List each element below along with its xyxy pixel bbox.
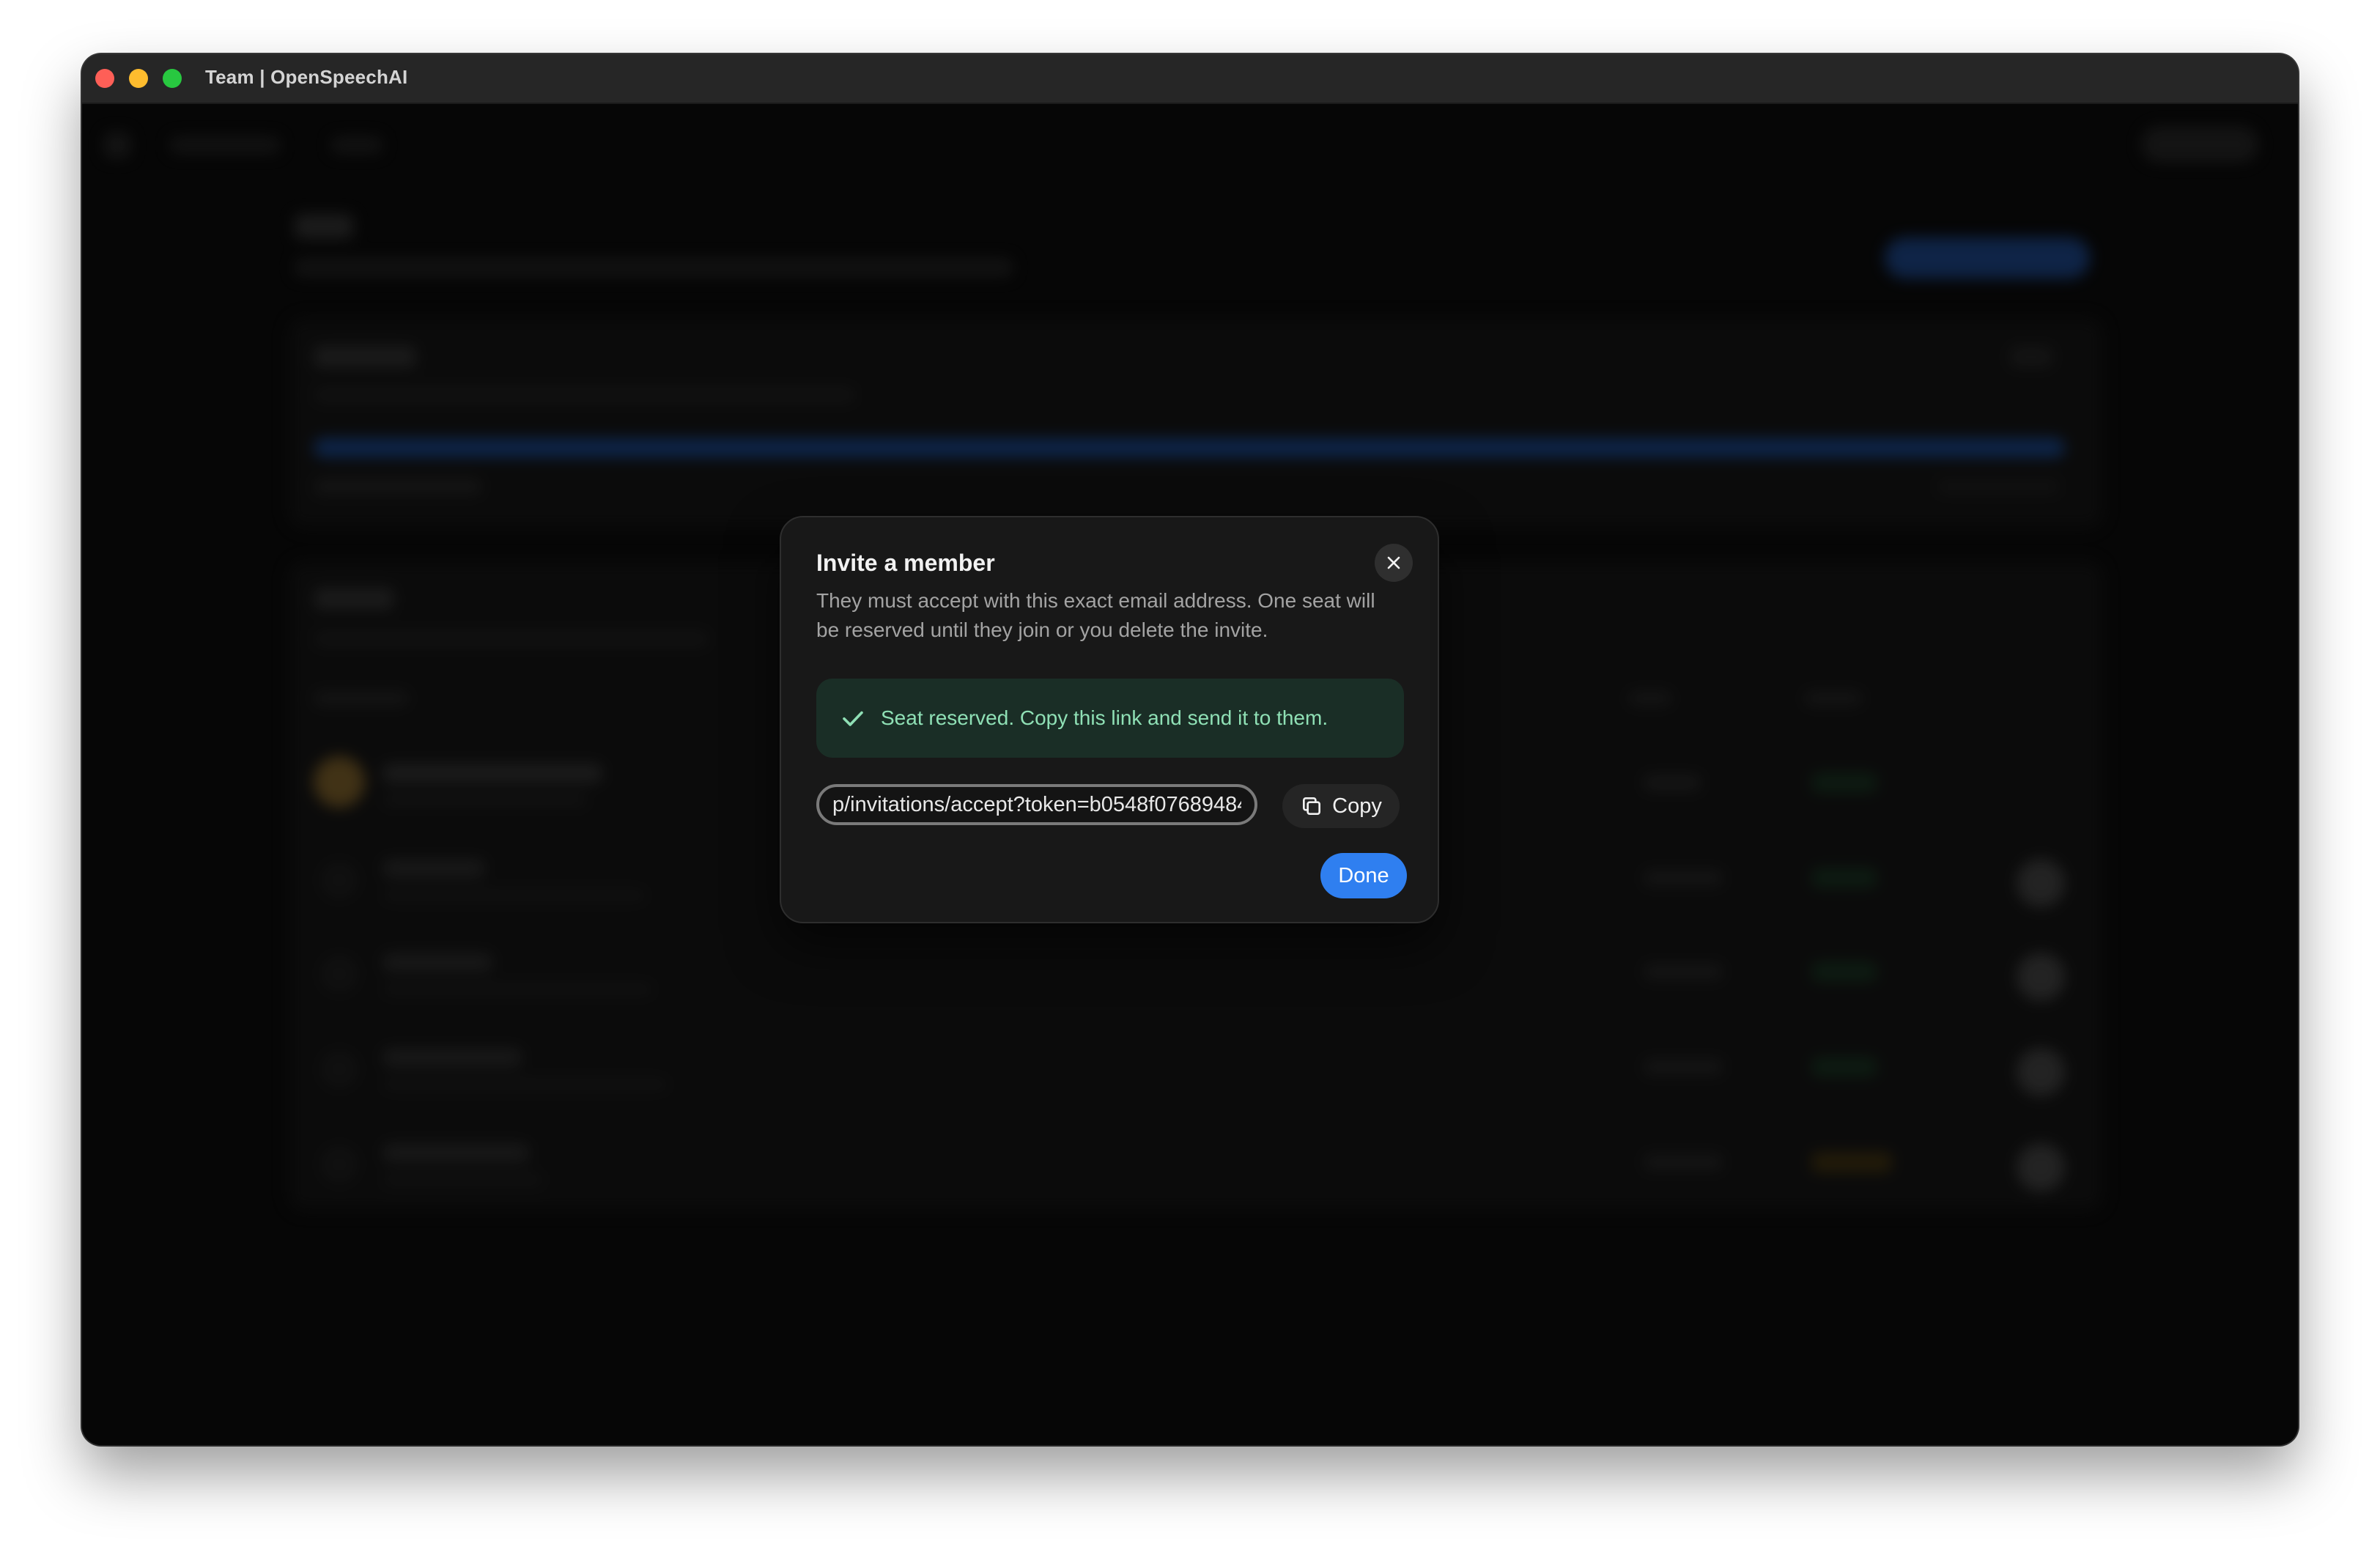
window-title: Team | OpenSpeechAI: [205, 66, 408, 88]
done-button[interactable]: Done: [1320, 853, 1407, 898]
close-button[interactable]: [1375, 544, 1413, 582]
copy-button[interactable]: Copy: [1282, 784, 1400, 828]
close-icon: [1387, 556, 1400, 569]
copy-icon: [1303, 797, 1321, 815]
minimize-window-button[interactable]: [129, 69, 148, 88]
title-bar: Team | OpenSpeechAI: [82, 54, 2298, 104]
invite-link-field[interactable]: [816, 784, 1257, 825]
invite-member-dialog: Invite a member They must accept with th…: [780, 516, 1439, 923]
close-window-button[interactable]: [95, 69, 114, 88]
dialog-title: Invite a member: [816, 550, 995, 576]
zoom-window-button[interactable]: [163, 69, 182, 88]
dialog-description: They must accept with this exact email a…: [816, 589, 1375, 641]
check-icon: [840, 705, 866, 731]
copy-label: Copy: [1332, 794, 1382, 818]
alert-message: Seat reserved. Copy this link and send i…: [881, 706, 1328, 729]
success-alert: Seat reserved. Copy this link and send i…: [816, 679, 1404, 758]
